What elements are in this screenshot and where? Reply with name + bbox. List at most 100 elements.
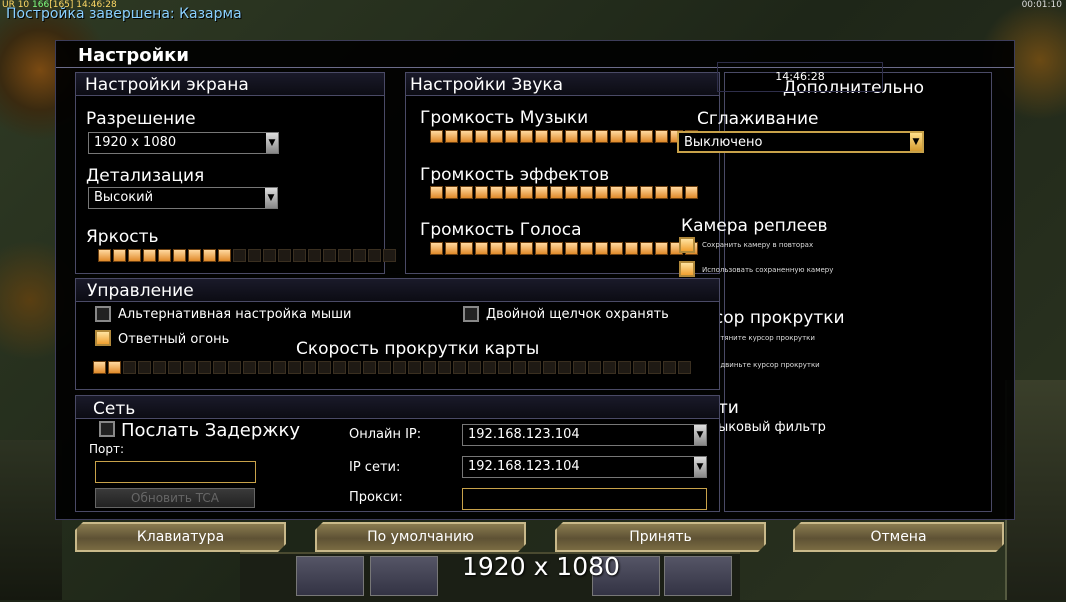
slider-segment[interactable] [368, 249, 381, 262]
slider-segment[interactable] [460, 130, 473, 143]
slider-segment[interactable] [670, 186, 683, 199]
slider-segment[interactable] [108, 361, 121, 374]
slider-segment[interactable] [528, 361, 541, 374]
slider-segment[interactable] [633, 361, 646, 374]
resolution-dropdown[interactable]: 1920 x 1080 ▼ [88, 132, 279, 154]
music-volume-slider[interactable] [430, 130, 698, 143]
slider-segment[interactable] [535, 242, 548, 255]
slider-segment[interactable] [505, 242, 518, 255]
port-input[interactable] [95, 461, 256, 483]
slider-segment[interactable] [293, 249, 306, 262]
slider-segment[interactable] [640, 130, 653, 143]
slider-segment[interactable] [490, 130, 503, 143]
slider-segment[interactable] [198, 361, 211, 374]
slider-segment[interactable] [655, 130, 668, 143]
antialiasing-dropdown[interactable]: Выключено ▼ [677, 131, 924, 153]
slider-segment[interactable] [408, 361, 421, 374]
slider-segment[interactable] [363, 361, 376, 374]
slider-segment[interactable] [603, 361, 616, 374]
slider-segment[interactable] [460, 186, 473, 199]
slider-segment[interactable] [490, 242, 503, 255]
slider-segment[interactable] [138, 361, 151, 374]
slider-segment[interactable] [610, 242, 623, 255]
slider-segment[interactable] [520, 186, 533, 199]
effects-volume-slider[interactable] [430, 186, 698, 199]
slider-segment[interactable] [550, 186, 563, 199]
slider-segment[interactable] [143, 249, 156, 262]
slider-segment[interactable] [520, 130, 533, 143]
accept-button[interactable]: Принять [555, 522, 766, 552]
slider-segment[interactable] [655, 186, 668, 199]
slider-segment[interactable] [475, 242, 488, 255]
slider-segment[interactable] [483, 361, 496, 374]
dropdown-arrow-icon[interactable]: ▼ [694, 457, 706, 477]
slider-segment[interactable] [550, 242, 563, 255]
slider-segment[interactable] [303, 361, 316, 374]
slider-segment[interactable] [565, 186, 578, 199]
slider-segment[interactable] [383, 249, 396, 262]
slider-segment[interactable] [378, 361, 391, 374]
slider-segment[interactable] [228, 361, 241, 374]
slider-segment[interactable] [453, 361, 466, 374]
slider-segment[interactable] [288, 361, 301, 374]
cancel-button[interactable]: Отмена [793, 522, 1004, 552]
slider-segment[interactable] [98, 249, 111, 262]
slider-segment[interactable] [430, 242, 443, 255]
slider-segment[interactable] [445, 186, 458, 199]
slider-segment[interactable] [468, 361, 481, 374]
slider-segment[interactable] [625, 130, 638, 143]
slider-segment[interactable] [278, 249, 291, 262]
slider-segment[interactable] [460, 242, 473, 255]
slider-segment[interactable] [640, 186, 653, 199]
slider-segment[interactable] [618, 361, 631, 374]
alt-mouse-checkbox[interactable] [95, 306, 111, 322]
dropdown-arrow-icon[interactable]: ▼ [910, 133, 922, 151]
slider-segment[interactable] [423, 361, 436, 374]
proxy-input[interactable] [462, 488, 707, 510]
voice-volume-slider[interactable] [430, 242, 698, 255]
slider-segment[interactable] [648, 361, 661, 374]
slider-segment[interactable] [505, 186, 518, 199]
slider-segment[interactable] [348, 361, 361, 374]
slider-segment[interactable] [445, 130, 458, 143]
slider-segment[interactable] [475, 186, 488, 199]
slider-segment[interactable] [573, 361, 586, 374]
slider-segment[interactable] [580, 242, 593, 255]
slider-segment[interactable] [685, 186, 698, 199]
slider-segment[interactable] [678, 361, 691, 374]
slider-segment[interactable] [218, 249, 231, 262]
slider-segment[interactable] [625, 186, 638, 199]
update-tca-button[interactable]: Обновить TCA [95, 488, 255, 508]
slider-segment[interactable] [535, 130, 548, 143]
save-camera-checkbox[interactable] [679, 237, 695, 253]
slider-segment[interactable] [308, 249, 321, 262]
slider-segment[interactable] [93, 361, 106, 374]
slider-segment[interactable] [243, 361, 256, 374]
slider-segment[interactable] [430, 186, 443, 199]
slider-segment[interactable] [565, 130, 578, 143]
slider-segment[interactable] [445, 242, 458, 255]
slider-segment[interactable] [550, 130, 563, 143]
slider-segment[interactable] [123, 361, 136, 374]
slider-segment[interactable] [168, 361, 181, 374]
slider-segment[interactable] [273, 361, 286, 374]
slider-segment[interactable] [543, 361, 556, 374]
dropdown-arrow-icon[interactable]: ▼ [694, 425, 706, 445]
slider-segment[interactable] [258, 361, 271, 374]
slider-segment[interactable] [333, 361, 346, 374]
slider-segment[interactable] [323, 249, 336, 262]
slider-segment[interactable] [393, 361, 406, 374]
use-saved-camera-checkbox[interactable] [679, 261, 695, 277]
slider-segment[interactable] [498, 361, 511, 374]
defaults-button[interactable]: По умолчанию [315, 522, 526, 552]
slider-segment[interactable] [625, 242, 638, 255]
slider-segment[interactable] [595, 130, 608, 143]
slider-segment[interactable] [588, 361, 601, 374]
slider-segment[interactable] [173, 249, 186, 262]
slider-segment[interactable] [438, 361, 451, 374]
slider-segment[interactable] [128, 249, 141, 262]
online-ip-dropdown[interactable]: 192.168.123.104 ▼ [462, 424, 707, 446]
dropdown-arrow-icon[interactable]: ▼ [265, 188, 277, 208]
slider-segment[interactable] [263, 249, 276, 262]
slider-segment[interactable] [475, 130, 488, 143]
